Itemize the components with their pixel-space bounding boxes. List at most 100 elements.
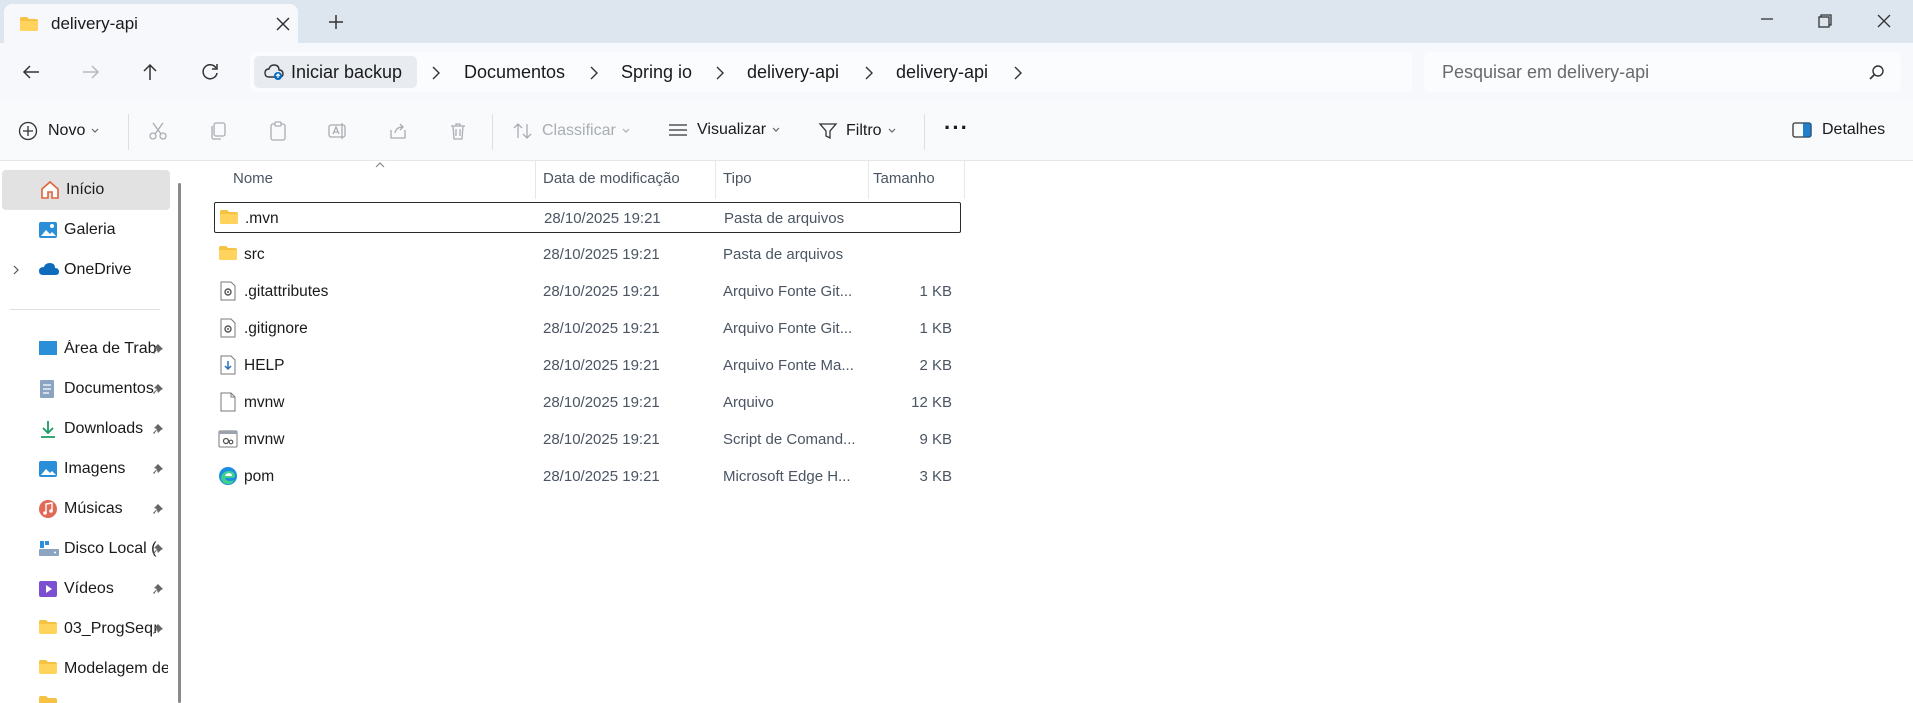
sidebar-item-documentos[interactable]: Documentos <box>0 369 170 409</box>
crumb-delivery-api[interactable]: delivery-api <box>747 62 839 83</box>
edge-icon <box>218 466 238 486</box>
file-size: 9 KB <box>919 431 952 448</box>
filter-label: Filtro <box>846 122 882 139</box>
new-tab-icon[interactable] <box>327 13 345 31</box>
tab-delivery-api[interactable]: delivery-api <box>4 4 298 43</box>
gallery-icon <box>38 220 58 240</box>
details-button[interactable]: Detalhes <box>1792 121 1885 139</box>
sidebar-item-03-progseq[interactable]: 03_ProgSeqı <box>0 609 170 649</box>
crumb-delivery-api-current[interactable]: delivery-api <box>896 62 988 83</box>
pictures-icon <box>38 459 58 479</box>
view-button[interactable]: Visualizar <box>668 121 780 139</box>
chevron-right-icon[interactable] <box>588 66 600 80</box>
file-date: 28/10/2025 19:21 <box>544 210 661 227</box>
file-type: Arquivo Fonte Git... <box>723 283 853 300</box>
file-name: mvnw <box>244 431 285 448</box>
folder-icon <box>38 659 58 675</box>
file-size: 3 KB <box>919 468 952 485</box>
sidebar-item-disco-local[interactable]: Disco Local ( <box>0 529 170 569</box>
file-row-src[interactable]: src 28/10/2025 19:21 Pasta de arquivos <box>214 239 961 270</box>
breadcrumb[interactable]: Iniciar backup Documentos Spring io deli… <box>250 52 1412 92</box>
settings-file-icon <box>220 281 236 301</box>
file-date: 28/10/2025 19:21 <box>543 283 660 300</box>
file-date: 28/10/2025 19:21 <box>543 320 660 337</box>
markdown-file-icon <box>220 355 236 375</box>
file-size: 1 KB <box>919 283 952 300</box>
forward-arrow-icon[interactable] <box>80 61 102 83</box>
file-date: 28/10/2025 19:21 <box>543 357 660 374</box>
close-tab-icon[interactable] <box>274 15 292 33</box>
sidebar-item-area-de-trabalho[interactable]: Área de Trab <box>0 329 170 369</box>
toolbar-divider <box>128 114 129 150</box>
paste-icon[interactable] <box>268 121 288 141</box>
file-row-help[interactable]: HELP 28/10/2025 19:21 Arquivo Fonte Ma..… <box>214 350 961 381</box>
sidebar-item-galeria[interactable]: Galeria <box>0 210 170 250</box>
rename-icon[interactable] <box>328 121 348 141</box>
refresh-icon[interactable] <box>199 61 221 83</box>
sidebar-item-modelagem[interactable]: Modelagem de <box>0 649 170 689</box>
sidebar-item-label: OneDrive <box>64 261 132 278</box>
sidebar-item-onedrive[interactable]: OneDrive <box>0 250 170 290</box>
column-header-modified[interactable]: Data de modificação <box>543 170 680 187</box>
file-row-pom[interactable]: pom 28/10/2025 19:21 Microsoft Edge H...… <box>214 461 961 492</box>
sidebar-item-inicio[interactable]: Início <box>2 170 170 210</box>
chevron-right-icon[interactable] <box>714 66 726 80</box>
search-input[interactable]: Pesquisar em delivery-api <box>1424 52 1901 92</box>
column-divider[interactable] <box>715 161 716 199</box>
filter-button[interactable]: Filtro <box>818 121 896 141</box>
file-name: .gitattributes <box>244 283 329 300</box>
new-button[interactable]: Novo <box>18 121 99 141</box>
crumb-documentos[interactable]: Documentos <box>464 62 565 83</box>
folder-icon <box>38 619 58 635</box>
sidebar-item-downloads[interactable]: Downloads <box>0 409 170 449</box>
chevron-down-icon <box>772 127 780 133</box>
column-header-name[interactable]: Nome <box>233 170 273 187</box>
sidebar-item-musicas[interactable]: Músicas <box>0 489 170 529</box>
chevron-right-icon[interactable] <box>12 265 20 275</box>
chevron-right-icon[interactable] <box>863 66 875 80</box>
chevron-right-icon[interactable] <box>1012 66 1024 80</box>
pin-icon <box>152 623 164 635</box>
file-row-mvnw-cmd[interactable]: mvnw 28/10/2025 19:21 Script de Comand..… <box>214 424 961 455</box>
sidebar-item-label: Modelagem de <box>64 660 168 677</box>
close-window-icon[interactable] <box>1872 9 1896 33</box>
delete-icon[interactable] <box>448 121 468 141</box>
column-header-size[interactable]: Tamanho <box>873 170 935 187</box>
column-header-type[interactable]: Tipo <box>723 170 752 187</box>
file-row-gitattributes[interactable]: .gitattributes 28/10/2025 19:21 Arquivo … <box>214 276 961 307</box>
folder-icon <box>219 209 239 225</box>
column-divider[interactable] <box>535 161 536 199</box>
column-divider[interactable] <box>868 161 869 199</box>
file-name: mvnw <box>244 394 285 411</box>
sidebar-item-label: Início <box>66 181 105 198</box>
sidebar-item-videos[interactable]: Vídeos <box>0 569 170 609</box>
backup-button[interactable]: Iniciar backup <box>254 56 417 88</box>
file-row-mvn[interactable]: .mvn 28/10/2025 19:21 Pasta de arquivos <box>214 202 961 233</box>
file-row-mvnw[interactable]: mvnw 28/10/2025 19:21 Arquivo 12 KB <box>214 387 961 418</box>
address-bar-row: Iniciar backup Documentos Spring io deli… <box>0 43 1913 101</box>
sort-button[interactable]: Classificar <box>512 121 630 141</box>
share-icon[interactable] <box>388 121 408 141</box>
search-icon[interactable] <box>1868 64 1885 81</box>
sidebar-scrollbar[interactable] <box>178 183 181 703</box>
file-type: Arquivo <box>723 394 774 411</box>
file-type: Pasta de arquivos <box>724 210 845 227</box>
file-row-gitignore[interactable]: .gitignore 28/10/2025 19:21 Arquivo Font… <box>214 313 961 344</box>
copy-icon[interactable] <box>208 121 228 141</box>
restore-icon[interactable] <box>1813 9 1837 33</box>
file-name: src <box>244 246 265 263</box>
new-label: Novo <box>48 122 86 139</box>
file-type: Microsoft Edge H... <box>723 468 851 485</box>
file-size: 2 KB <box>919 357 952 374</box>
minimize-icon[interactable] <box>1755 9 1779 33</box>
cut-icon[interactable] <box>148 121 168 141</box>
crumb-spring-io[interactable]: Spring io <box>621 62 692 83</box>
more-options-button[interactable]: ··· <box>944 115 969 141</box>
sidebar-item-imagens[interactable]: Imagens <box>0 449 170 489</box>
file-name: HELP <box>244 357 285 374</box>
chevron-right-icon[interactable] <box>430 66 442 80</box>
back-arrow-icon[interactable] <box>20 61 42 83</box>
sort-label: Classificar <box>542 122 616 139</box>
up-arrow-icon[interactable] <box>139 61 161 83</box>
column-divider[interactable] <box>964 161 965 199</box>
